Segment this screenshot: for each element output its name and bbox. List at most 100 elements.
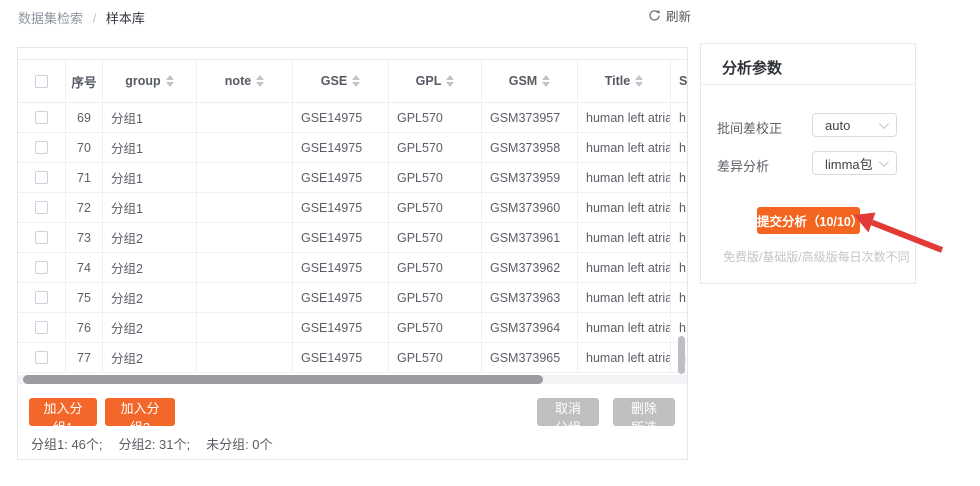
row-title: human left atrial_c [578, 223, 671, 252]
row-checkbox[interactable] [35, 351, 48, 364]
table-row: 73 分组2 GSE14975 GPL570 GSM373961 human l… [18, 223, 687, 253]
row-checkbox-cell [18, 133, 66, 162]
row-no: 69 [66, 103, 103, 132]
gse-link[interactable]: GSE14975 [293, 313, 389, 342]
header-source: Sc [679, 74, 687, 88]
row-checkbox[interactable] [35, 141, 48, 154]
gpl-link[interactable]: GPL570 [389, 103, 482, 132]
gpl-link[interactable]: GPL570 [389, 283, 482, 312]
panel-divider [701, 84, 915, 85]
gse-link[interactable]: GSE14975 [293, 193, 389, 222]
row-gsm: GSM373959 [482, 163, 578, 192]
row-group: 分组2 [103, 343, 197, 372]
row-source: h [679, 200, 686, 215]
panel-title: 分析参数 [722, 60, 783, 77]
select-all-checkbox[interactable] [35, 74, 48, 88]
row-gsm: GSM373957 [482, 103, 578, 132]
gpl-link[interactable]: GPL570 [389, 193, 482, 222]
chevron-down-icon [878, 156, 889, 167]
horizontal-scrollbar-thumb[interactable] [23, 375, 543, 384]
breadcrumb-dataset-search[interactable]: 数据集检索 [18, 11, 83, 26]
row-gsm: GSM373958 [482, 133, 578, 162]
row-note [197, 133, 293, 162]
row-title: human left atrial_p [578, 103, 671, 132]
add-to-group2-button[interactable]: 加入分组2 [105, 398, 175, 435]
row-title: human left atrial_c [578, 253, 671, 282]
row-checkbox[interactable] [35, 171, 48, 184]
gpl-link[interactable]: GPL570 [389, 343, 482, 372]
gse-link[interactable]: GSE14975 [293, 163, 389, 192]
gse-link[interactable]: GSE14975 [293, 283, 389, 312]
gse-link[interactable]: GSE14975 [293, 223, 389, 252]
row-note [197, 343, 293, 372]
row-no: 70 [66, 133, 103, 162]
gpl-link[interactable]: GPL570 [389, 133, 482, 162]
row-checkbox[interactable] [35, 231, 48, 244]
row-checkbox[interactable] [35, 111, 48, 124]
header-title[interactable]: Title [578, 60, 671, 102]
gse-link[interactable]: GSE14975 [293, 343, 389, 372]
sort-icon[interactable] [446, 75, 455, 87]
header-gsm[interactable]: GSM [482, 60, 578, 102]
delete-selected-button[interactable]: 删除所选 [613, 398, 675, 435]
ungrouped-count: 未分组: 0个 [206, 437, 273, 452]
gpl-link[interactable]: GPL570 [389, 253, 482, 282]
row-checkbox[interactable] [35, 261, 48, 274]
vertical-scrollbar[interactable] [678, 336, 685, 374]
row-group: 分组2 [103, 223, 197, 252]
gpl-link[interactable]: GPL570 [389, 163, 482, 192]
header-group[interactable]: group [103, 60, 197, 102]
row-checkbox[interactable] [35, 201, 48, 214]
horizontal-scrollbar-track[interactable] [18, 375, 687, 384]
row-no: 75 [66, 283, 103, 312]
row-source: h [679, 260, 686, 275]
gse-link[interactable]: GSE14975 [293, 133, 389, 162]
gse-link[interactable]: GSE14975 [293, 253, 389, 282]
header-gpl[interactable]: GPL [389, 60, 482, 102]
group-summary: 分组1: 46个; 分组2: 31个; 未分组: 0个 [31, 434, 289, 453]
row-no: 73 [66, 223, 103, 252]
header-gse[interactable]: GSE [293, 60, 389, 102]
refresh-button[interactable]: 刷新 [648, 6, 691, 25]
row-group: 分组1 [103, 103, 197, 132]
refresh-icon [648, 9, 661, 22]
breadcrumb-sample-library: 样本库 [105, 11, 145, 26]
row-checkbox[interactable] [35, 321, 48, 334]
row-group: 分组1 [103, 193, 197, 222]
sort-icon[interactable] [542, 75, 551, 87]
row-checkbox-cell [18, 283, 66, 312]
diff-analysis-select[interactable]: limma包 [812, 151, 897, 175]
sort-icon[interactable] [165, 75, 174, 87]
row-note [197, 313, 293, 342]
header-note[interactable]: note [197, 60, 293, 102]
sort-icon[interactable] [256, 75, 265, 87]
row-checkbox-cell [18, 163, 66, 192]
row-no: 74 [66, 253, 103, 282]
row-note [197, 103, 293, 132]
table-row: 69 分组1 GSE14975 GPL570 GSM373957 human l… [18, 103, 687, 133]
gpl-link[interactable]: GPL570 [389, 313, 482, 342]
batch-correction-select[interactable]: auto [812, 113, 897, 137]
table-header-row: 序号 group note GSE GPL GSM Title Sc [18, 59, 687, 103]
row-title: human left atrial_c [578, 343, 671, 372]
chevron-down-icon [878, 118, 889, 129]
gpl-link[interactable]: GPL570 [389, 223, 482, 252]
row-checkbox-cell [18, 343, 66, 372]
row-note [197, 163, 293, 192]
submit-analysis-button[interactable]: 提交分析（10/10） [757, 207, 863, 234]
cancel-group-button[interactable]: 取消分组 [537, 398, 599, 435]
sort-icon[interactable] [635, 75, 644, 87]
row-group: 分组1 [103, 133, 197, 162]
add-to-group1-button[interactable]: 加入分组1 [29, 398, 97, 435]
row-source: h [679, 140, 686, 155]
row-checkbox[interactable] [35, 291, 48, 304]
batch-correction-label: 批间差校正 [717, 121, 783, 136]
row-title: human left atrial_p [578, 133, 671, 162]
row-no: 72 [66, 193, 103, 222]
gse-link[interactable]: GSE14975 [293, 103, 389, 132]
sort-icon[interactable] [352, 75, 361, 87]
row-no: 77 [66, 343, 103, 372]
row-source: h [679, 170, 686, 185]
row-note [197, 283, 293, 312]
sample-table: 序号 group note GSE GPL GSM Title Sc 69 分组… [18, 59, 687, 373]
